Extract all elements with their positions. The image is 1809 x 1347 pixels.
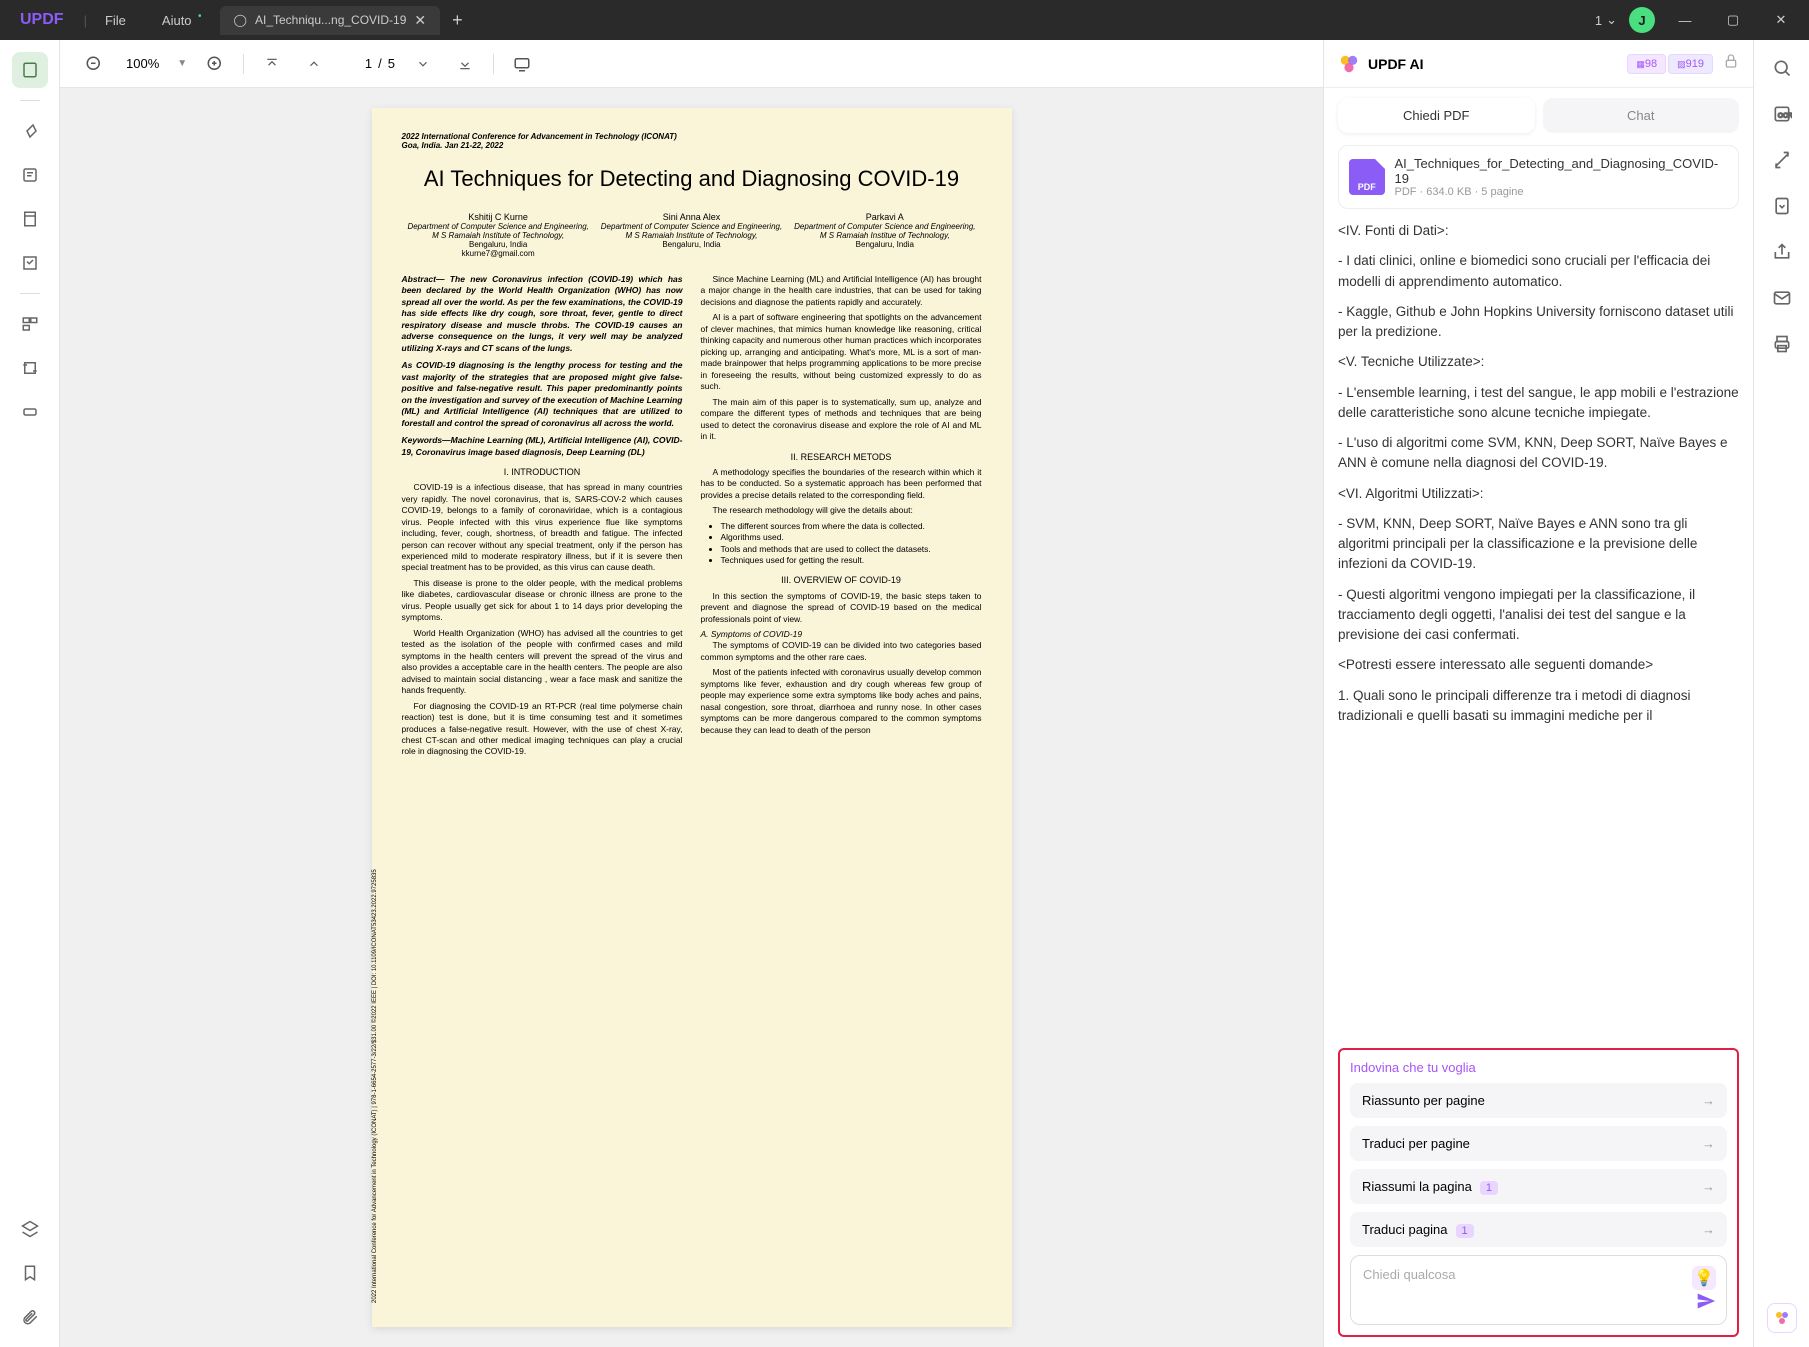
close-icon[interactable]: ✕ — [414, 12, 426, 29]
zoom-in-button[interactable] — [201, 50, 229, 78]
ai-assistant-icon[interactable] — [1767, 1303, 1797, 1333]
document-viewport[interactable]: 2022 International Conference for Advanc… — [60, 88, 1323, 1347]
pdf-file-icon: PDF — [1349, 159, 1385, 195]
add-tab-button[interactable]: + — [452, 10, 463, 31]
crop-tool-icon[interactable] — [12, 350, 48, 386]
maximize-button[interactable]: ▢ — [1715, 2, 1751, 38]
side-citation: 2022 International Conference for Advanc… — [372, 869, 378, 1303]
ai-conversation[interactable]: <IV. Fonti di Dati>: - I dati clinici, o… — [1324, 221, 1753, 1048]
file-card[interactable]: PDF AI_Techniques_for_Detecting_and_Diag… — [1338, 145, 1739, 209]
compress-icon[interactable] — [1766, 190, 1798, 222]
form-tool-icon[interactable] — [12, 245, 48, 281]
pdf-page: 2022 International Conference for Advanc… — [372, 108, 1012, 1327]
suggestions-box: Indovina che tu voglia Riassunto per pag… — [1338, 1048, 1739, 1337]
menu-help[interactable]: Aiuto — [144, 13, 210, 28]
arrow-right-icon: → — [1702, 1093, 1715, 1108]
right-sidebar: OCR — [1753, 40, 1809, 1347]
conference-header: 2022 International Conference for Advanc… — [402, 132, 982, 150]
minimize-button[interactable]: — — [1667, 2, 1703, 38]
arrow-right-icon: → — [1702, 1222, 1715, 1237]
prev-page-button[interactable] — [300, 50, 328, 78]
left-sidebar — [0, 40, 60, 1347]
tab-ask-pdf[interactable]: Chiedi PDF — [1338, 98, 1535, 133]
organize-tool-icon[interactable] — [12, 306, 48, 342]
separator — [493, 54, 494, 74]
svg-text:OCR: OCR — [1777, 112, 1791, 119]
redact-tool-icon[interactable] — [12, 394, 48, 430]
file-meta: PDF · 634.0 KB · 5 pagine — [1395, 186, 1729, 198]
divider — [20, 293, 40, 294]
divider — [20, 100, 40, 101]
last-page-button[interactable] — [451, 50, 479, 78]
chat-input[interactable]: Chiedi qualcosa 💡 — [1350, 1255, 1727, 1325]
user-avatar[interactable]: J — [1629, 7, 1655, 33]
reader-mode-icon[interactable] — [12, 52, 48, 88]
lock-icon[interactable] — [1723, 53, 1739, 74]
ocr-icon[interactable]: OCR — [1766, 98, 1798, 130]
arrow-right-icon: → — [1702, 1136, 1715, 1151]
suggest-translate-page[interactable]: Traduci pagina1→ — [1350, 1212, 1727, 1247]
page-total: 5 — [388, 56, 395, 71]
page-input[interactable]: / 5 — [342, 56, 395, 71]
suggestions-title: Indovina che tu voglia — [1350, 1060, 1727, 1075]
ai-panel: UPDF AI ▦98 ▨919 Chiedi PDF Chat PDF AI_… — [1323, 40, 1753, 1347]
zoom-level[interactable]: 100% — [122, 56, 163, 71]
chevron-down-icon: ⌄ — [1606, 12, 1617, 28]
app-logo: UPDF — [0, 11, 84, 29]
search-icon[interactable] — [1766, 52, 1798, 84]
first-page-button[interactable] — [258, 50, 286, 78]
tab-chat[interactable]: Chat — [1543, 98, 1740, 133]
tab-icon: ◯ — [234, 13, 247, 27]
next-page-button[interactable] — [409, 50, 437, 78]
input-placeholder: Chiedi qualcosa — [1363, 1267, 1456, 1282]
suggest-summary-page[interactable]: Riassumi la pagina1→ — [1350, 1169, 1727, 1204]
page-tool-icon[interactable] — [12, 201, 48, 237]
lightbulb-icon[interactable]: 💡 — [1692, 1266, 1716, 1290]
page-indicator[interactable]: 1 ⌄ — [1595, 12, 1617, 28]
suggest-summary-pages[interactable]: Riassunto per pagine→ — [1350, 1083, 1727, 1118]
document-tab[interactable]: ◯ AI_Techniqu...ng_COVID-19 ✕ — [220, 6, 441, 35]
paper-title: AI Techniques for Detecting and Diagnosi… — [402, 166, 982, 192]
tab-title: AI_Techniqu...ng_COVID-19 — [255, 13, 406, 27]
authors: Kshitij C KurneDepartment of Computer Sc… — [402, 212, 982, 258]
suggest-translate-pages[interactable]: Traduci per pagine→ — [1350, 1126, 1727, 1161]
attachment-icon[interactable] — [12, 1299, 48, 1335]
presentation-button[interactable] — [508, 50, 536, 78]
toolbar: 100% ▼ / 5 — [60, 40, 1323, 88]
print-icon[interactable] — [1766, 328, 1798, 360]
comment-tool-icon[interactable] — [12, 113, 48, 149]
layers-icon[interactable] — [12, 1211, 48, 1247]
menu-file[interactable]: File — [87, 13, 144, 28]
separator — [243, 54, 244, 74]
chevron-down-icon[interactable]: ▼ — [177, 58, 187, 69]
zoom-out-button[interactable] — [80, 50, 108, 78]
share-icon[interactable] — [1766, 236, 1798, 268]
convert-icon[interactable] — [1766, 144, 1798, 176]
edit-tool-icon[interactable] — [12, 157, 48, 193]
email-icon[interactable] — [1766, 282, 1798, 314]
file-name: AI_Techniques_for_Detecting_and_Diagnosi… — [1395, 156, 1729, 186]
titlebar: UPDF | File Aiuto ◯ AI_Techniqu...ng_COV… — [0, 0, 1809, 40]
bookmark-icon[interactable] — [12, 1255, 48, 1291]
credits[interactable]: ▦98 ▨919 — [1627, 54, 1713, 74]
close-button[interactable]: ✕ — [1763, 2, 1799, 38]
updf-ai-logo-icon — [1338, 53, 1360, 75]
arrow-right-icon: → — [1702, 1179, 1715, 1194]
send-button[interactable] — [1696, 1291, 1716, 1316]
ai-panel-title: UPDF AI — [1368, 56, 1627, 72]
page-current-field[interactable] — [342, 56, 372, 71]
